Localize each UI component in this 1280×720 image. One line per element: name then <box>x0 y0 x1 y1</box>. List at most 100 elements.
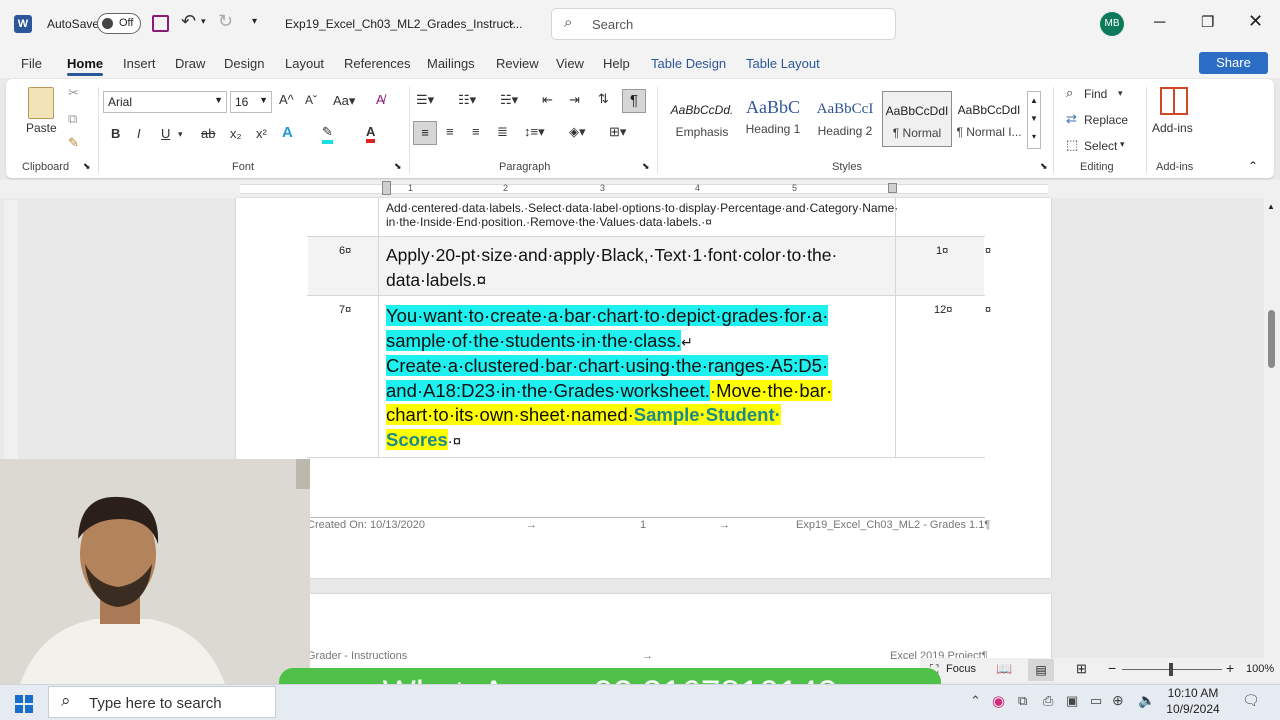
chevron-down-icon[interactable]: ▾ <box>1118 88 1123 99</box>
numbering-icon[interactable]: ☷▾ <box>458 92 476 108</box>
minimize-icon[interactable]: ─ <box>1154 14 1165 32</box>
tab-view[interactable]: View <box>556 56 584 71</box>
close-icon[interactable]: ✕ <box>1248 11 1263 32</box>
chevron-down-icon[interactable]: ▾ <box>1120 139 1125 150</box>
find-icon[interactable]: ⌕ <box>1066 85 1073 101</box>
strikethrough-icon[interactable]: ab <box>201 126 215 141</box>
tray-app-icon[interactable]: ⎙ <box>1043 693 1053 709</box>
show-formatting-icon[interactable]: ¶ <box>622 89 646 113</box>
paragraph-launcher-icon[interactable]: ⬊ <box>642 161 650 172</box>
tab-mailings[interactable]: Mailings <box>427 56 475 71</box>
clear-formatting-icon[interactable]: A̸ <box>376 92 385 107</box>
multilevel-list-icon[interactable]: ☵▾ <box>500 92 518 108</box>
scrollbar-thumb[interactable] <box>1268 310 1275 368</box>
ruler-bar[interactable]: 1 2 3 4 5 <box>240 181 1048 195</box>
tab-table-layout[interactable]: Table Layout <box>746 56 820 71</box>
indent-marker[interactable] <box>382 181 391 195</box>
decrease-indent-icon[interactable]: ⇤ <box>542 92 553 108</box>
print-layout-icon[interactable]: ▤ <box>1028 659 1054 681</box>
tab-layout[interactable]: Layout <box>285 56 324 71</box>
scroll-up-icon[interactable]: ▲ <box>1267 202 1275 211</box>
chevron-down-icon[interactable]: ▾ <box>178 129 183 140</box>
text-effects-icon[interactable]: A <box>282 124 293 141</box>
sort-icon[interactable]: ⇅ <box>598 91 609 107</box>
increase-indent-icon[interactable]: ⇥ <box>569 92 580 108</box>
add-ins-button[interactable]: Add-ins <box>1152 121 1193 135</box>
tab-design[interactable]: Design <box>224 56 264 71</box>
volume-icon[interactable]: 🔈 <box>1138 692 1155 709</box>
zoom-out-icon[interactable]: − <box>1108 660 1116 676</box>
font-color-icon[interactable]: A <box>366 124 376 143</box>
font-size-combo[interactable]: 16 ▼ <box>230 91 272 113</box>
record-icon[interactable]: ◉ <box>992 692 1005 710</box>
italic-icon[interactable]: I <box>137 126 141 141</box>
style-normal-indent[interactable]: AaBbCcDdI ¶ Normal I... <box>954 91 1024 147</box>
justify-icon[interactable]: ≣ <box>497 124 508 140</box>
tab-file[interactable]: File <box>21 56 42 71</box>
align-left-icon[interactable]: ≡ <box>413 121 437 145</box>
autosave-toggle[interactable]: Off <box>97 13 141 34</box>
share-button[interactable]: Share <box>1199 52 1268 74</box>
add-ins-icon[interactable] <box>1160 87 1188 115</box>
cut-icon[interactable]: ✂ <box>68 85 79 101</box>
tab-help[interactable]: Help <box>603 56 630 71</box>
bullets-icon[interactable]: ☰▾ <box>416 92 434 108</box>
restore-icon[interactable]: ❐ <box>1201 13 1214 31</box>
customize-toolbar-icon[interactable]: ▾ <box>252 16 257 27</box>
search-box[interactable]: ⌕ Search <box>551 8 896 40</box>
tab-insert[interactable]: Insert <box>123 56 156 71</box>
collapse-ribbon-icon[interactable]: ⌃ <box>1248 159 1258 173</box>
font-launcher-icon[interactable]: ⬊ <box>394 161 402 172</box>
notifications-icon[interactable]: 🗨 <box>1242 692 1260 709</box>
align-center-icon[interactable]: ≡ <box>446 124 454 139</box>
format-painter-icon[interactable]: ✎ <box>68 135 79 151</box>
bold-icon[interactable]: B <box>111 126 120 141</box>
select-button[interactable]: Select <box>1084 139 1117 153</box>
redo-icon[interactable]: ↻ <box>218 11 233 32</box>
right-indent-marker[interactable] <box>888 183 897 193</box>
tray-chevron-icon[interactable]: ⌃ <box>970 693 981 709</box>
tab-review[interactable]: Review <box>496 56 539 71</box>
zoom-slider-thumb[interactable] <box>1169 663 1173 676</box>
document-title[interactable]: Exp19_Excel_Ch03_ML2_Grades_Instruct... <box>285 17 522 31</box>
title-dropdown-icon[interactable]: ⌄ <box>507 15 516 28</box>
undo-icon[interactable]: ↶ <box>181 11 196 32</box>
style-heading-1[interactable]: AaBbC Heading 1 <box>737 91 809 147</box>
tray-app-icon[interactable]: ⧉ <box>1018 693 1027 709</box>
underline-icon[interactable]: U <box>161 126 170 141</box>
tab-table-design[interactable]: Table Design <box>651 56 726 71</box>
style-normal[interactable]: AaBbCcDdI ¶ Normal <box>882 91 952 147</box>
paste-icon[interactable] <box>28 87 54 119</box>
shading-icon[interactable]: ◈▾ <box>569 124 586 140</box>
styles-launcher-icon[interactable]: ⬊ <box>1040 161 1048 172</box>
tab-references[interactable]: References <box>344 56 410 71</box>
focus-button[interactable]: Focus <box>946 663 976 675</box>
paste-button[interactable]: Paste <box>26 121 57 135</box>
tab-draw[interactable]: Draw <box>175 56 205 71</box>
highlight-icon[interactable]: ✎ <box>322 124 333 144</box>
vertical-scrollbar[interactable]: ▲ <box>1264 198 1280 660</box>
style-heading-2[interactable]: AaBbCcI Heading 2 <box>809 91 881 147</box>
subscript-icon[interactable]: x₂ <box>230 126 242 141</box>
style-emphasis[interactable]: AaBbCcDd. Emphasis <box>667 91 737 147</box>
save-icon[interactable] <box>152 15 169 32</box>
line-spacing-icon[interactable]: ↕≡▾ <box>524 124 545 140</box>
borders-icon[interactable]: ⊞▾ <box>609 124 626 140</box>
battery-icon[interactable]: ▭ <box>1090 693 1102 709</box>
align-right-icon[interactable]: ≡ <box>472 124 480 139</box>
styles-scroll-icon[interactable]: ▲ ▼ ▾ <box>1027 91 1041 149</box>
superscript-icon[interactable]: x² <box>256 126 267 141</box>
network-icon[interactable]: ⊕ <box>1112 692 1124 709</box>
replace-icon[interactable]: ⇄ <box>1066 111 1077 127</box>
shrink-font-icon[interactable]: Aˇ <box>305 93 317 107</box>
windows-start-icon[interactable] <box>15 695 33 713</box>
select-icon[interactable]: ⬚ <box>1066 137 1078 153</box>
tab-home[interactable]: Home <box>67 56 103 71</box>
document-page[interactable]: Add·centered·data·labels.·Select·data·la… <box>236 198 1051 578</box>
zoom-level[interactable]: 100% <box>1246 663 1274 675</box>
undo-dropdown-icon[interactable]: ▾ <box>201 16 206 27</box>
find-button[interactable]: Find <box>1084 87 1107 101</box>
copy-icon[interactable]: ⧉ <box>68 111 77 127</box>
clipboard-launcher-icon[interactable]: ⬊ <box>83 161 91 172</box>
replace-button[interactable]: Replace <box>1084 113 1128 127</box>
